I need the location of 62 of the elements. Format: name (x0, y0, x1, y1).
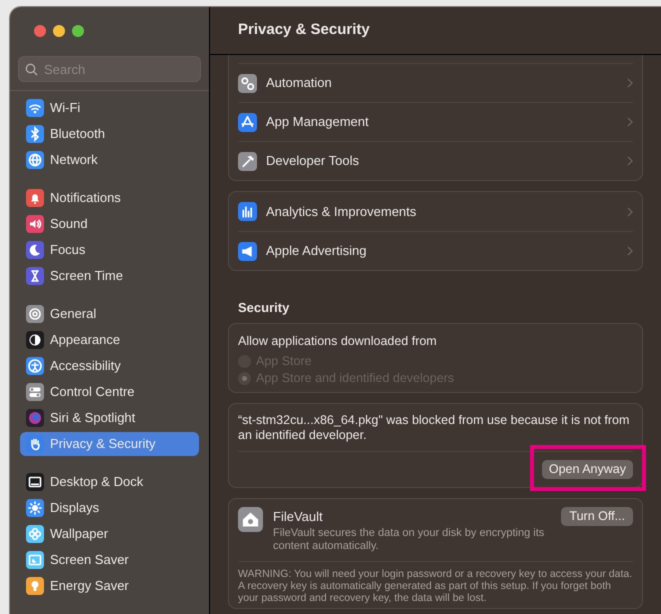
lightbulb-icon (26, 577, 44, 595)
turn-off-button[interactable]: Turn Off... (561, 507, 633, 526)
setting-title: FileVault (273, 508, 324, 526)
sidebar-item[interactable]: Sound (20, 212, 199, 236)
sidebar-item[interactable]: Desktop & Dock (20, 470, 199, 494)
sidebar-item[interactable]: General (20, 302, 199, 326)
bluetooth-icon (26, 125, 44, 143)
app-store-icon (238, 112, 257, 132)
sidebar-item[interactable]: Screen Time (20, 264, 199, 288)
section-heading: Security (238, 299, 290, 317)
hand-icon (26, 435, 44, 453)
sidebar-item[interactable]: Screen Saver (20, 548, 199, 572)
warning-text: WARNING: You will need your login password or a recovery key to access your data. A recovery key is automatically generated as part of this setup. If you forget both your password and recovery key, the data will be lost. (238, 566, 633, 606)
list-row[interactable]: Apple Advertising (238, 231, 633, 270)
person-icon (26, 357, 44, 375)
window-icon (26, 473, 44, 491)
orb-icon (26, 409, 44, 427)
close-button[interactable] (34, 25, 46, 37)
sidebar-item[interactable]: Bluetooth (20, 122, 199, 146)
megaphone-icon (238, 242, 257, 260)
sidebar-item[interactable]: Accessibility (20, 354, 199, 378)
sidebar-item[interactable]: Energy Saver (20, 574, 199, 598)
bar-chart-icon (238, 202, 257, 221)
globe-icon (26, 151, 44, 169)
setting-label: Allow applications downloaded from (238, 332, 438, 350)
sidebar-item[interactable]: Appearance (20, 328, 199, 352)
chevron-icon (627, 156, 633, 166)
list-row[interactable]: App Management (238, 102, 633, 141)
open-anyway-button[interactable]: Open Anyway (542, 460, 633, 480)
sidebar-item[interactable]: Wallpaper (20, 522, 199, 546)
bell-icon (26, 189, 44, 207)
sidebar-item[interactable]: Siri & Spotlight (20, 406, 199, 430)
gears-icon (238, 74, 257, 92)
zoom-button[interactable] (72, 25, 84, 37)
sidebar-item[interactable]: Network (20, 148, 199, 172)
speaker-icon (26, 215, 44, 233)
wifi-icon (26, 99, 44, 117)
hammer-icon (238, 152, 257, 170)
chevron-icon (627, 246, 633, 256)
toggles-icon (26, 383, 44, 401)
sun-icon (26, 499, 44, 517)
blocked-message: “st-stm32cu...x86_64.pkg" was blocked from use because it is not from an identified developer. (238, 413, 633, 452)
sidebar-item[interactable]: Wi-Fi (20, 96, 199, 120)
chevron-icon (627, 206, 633, 216)
sidebar-item[interactable]: Control Centre (20, 380, 199, 404)
house-icon (238, 507, 263, 532)
moon-icon (26, 241, 44, 259)
hourglass-icon (26, 267, 44, 285)
flower-icon (26, 525, 44, 543)
sidebar-item[interactable]: Displays (20, 496, 199, 520)
list-row[interactable]: Analytics & Improvements (238, 192, 633, 231)
gear-icon (26, 305, 44, 323)
sidebar-item[interactable]: Focus (20, 238, 199, 262)
sidebar-item[interactable]: Notifications (20, 186, 199, 210)
screen-icon (26, 551, 44, 569)
chevron-icon (627, 117, 633, 127)
window-title: Privacy & Security (238, 20, 370, 40)
setting-description: FileVault secures the data on your disk by encrypting its content automatically. (273, 526, 546, 553)
list-row[interactable]: Automation (238, 63, 633, 102)
chevron-icon (627, 78, 633, 88)
minimize-button[interactable] (53, 25, 65, 37)
list-row[interactable]: Developer Tools (238, 141, 633, 180)
